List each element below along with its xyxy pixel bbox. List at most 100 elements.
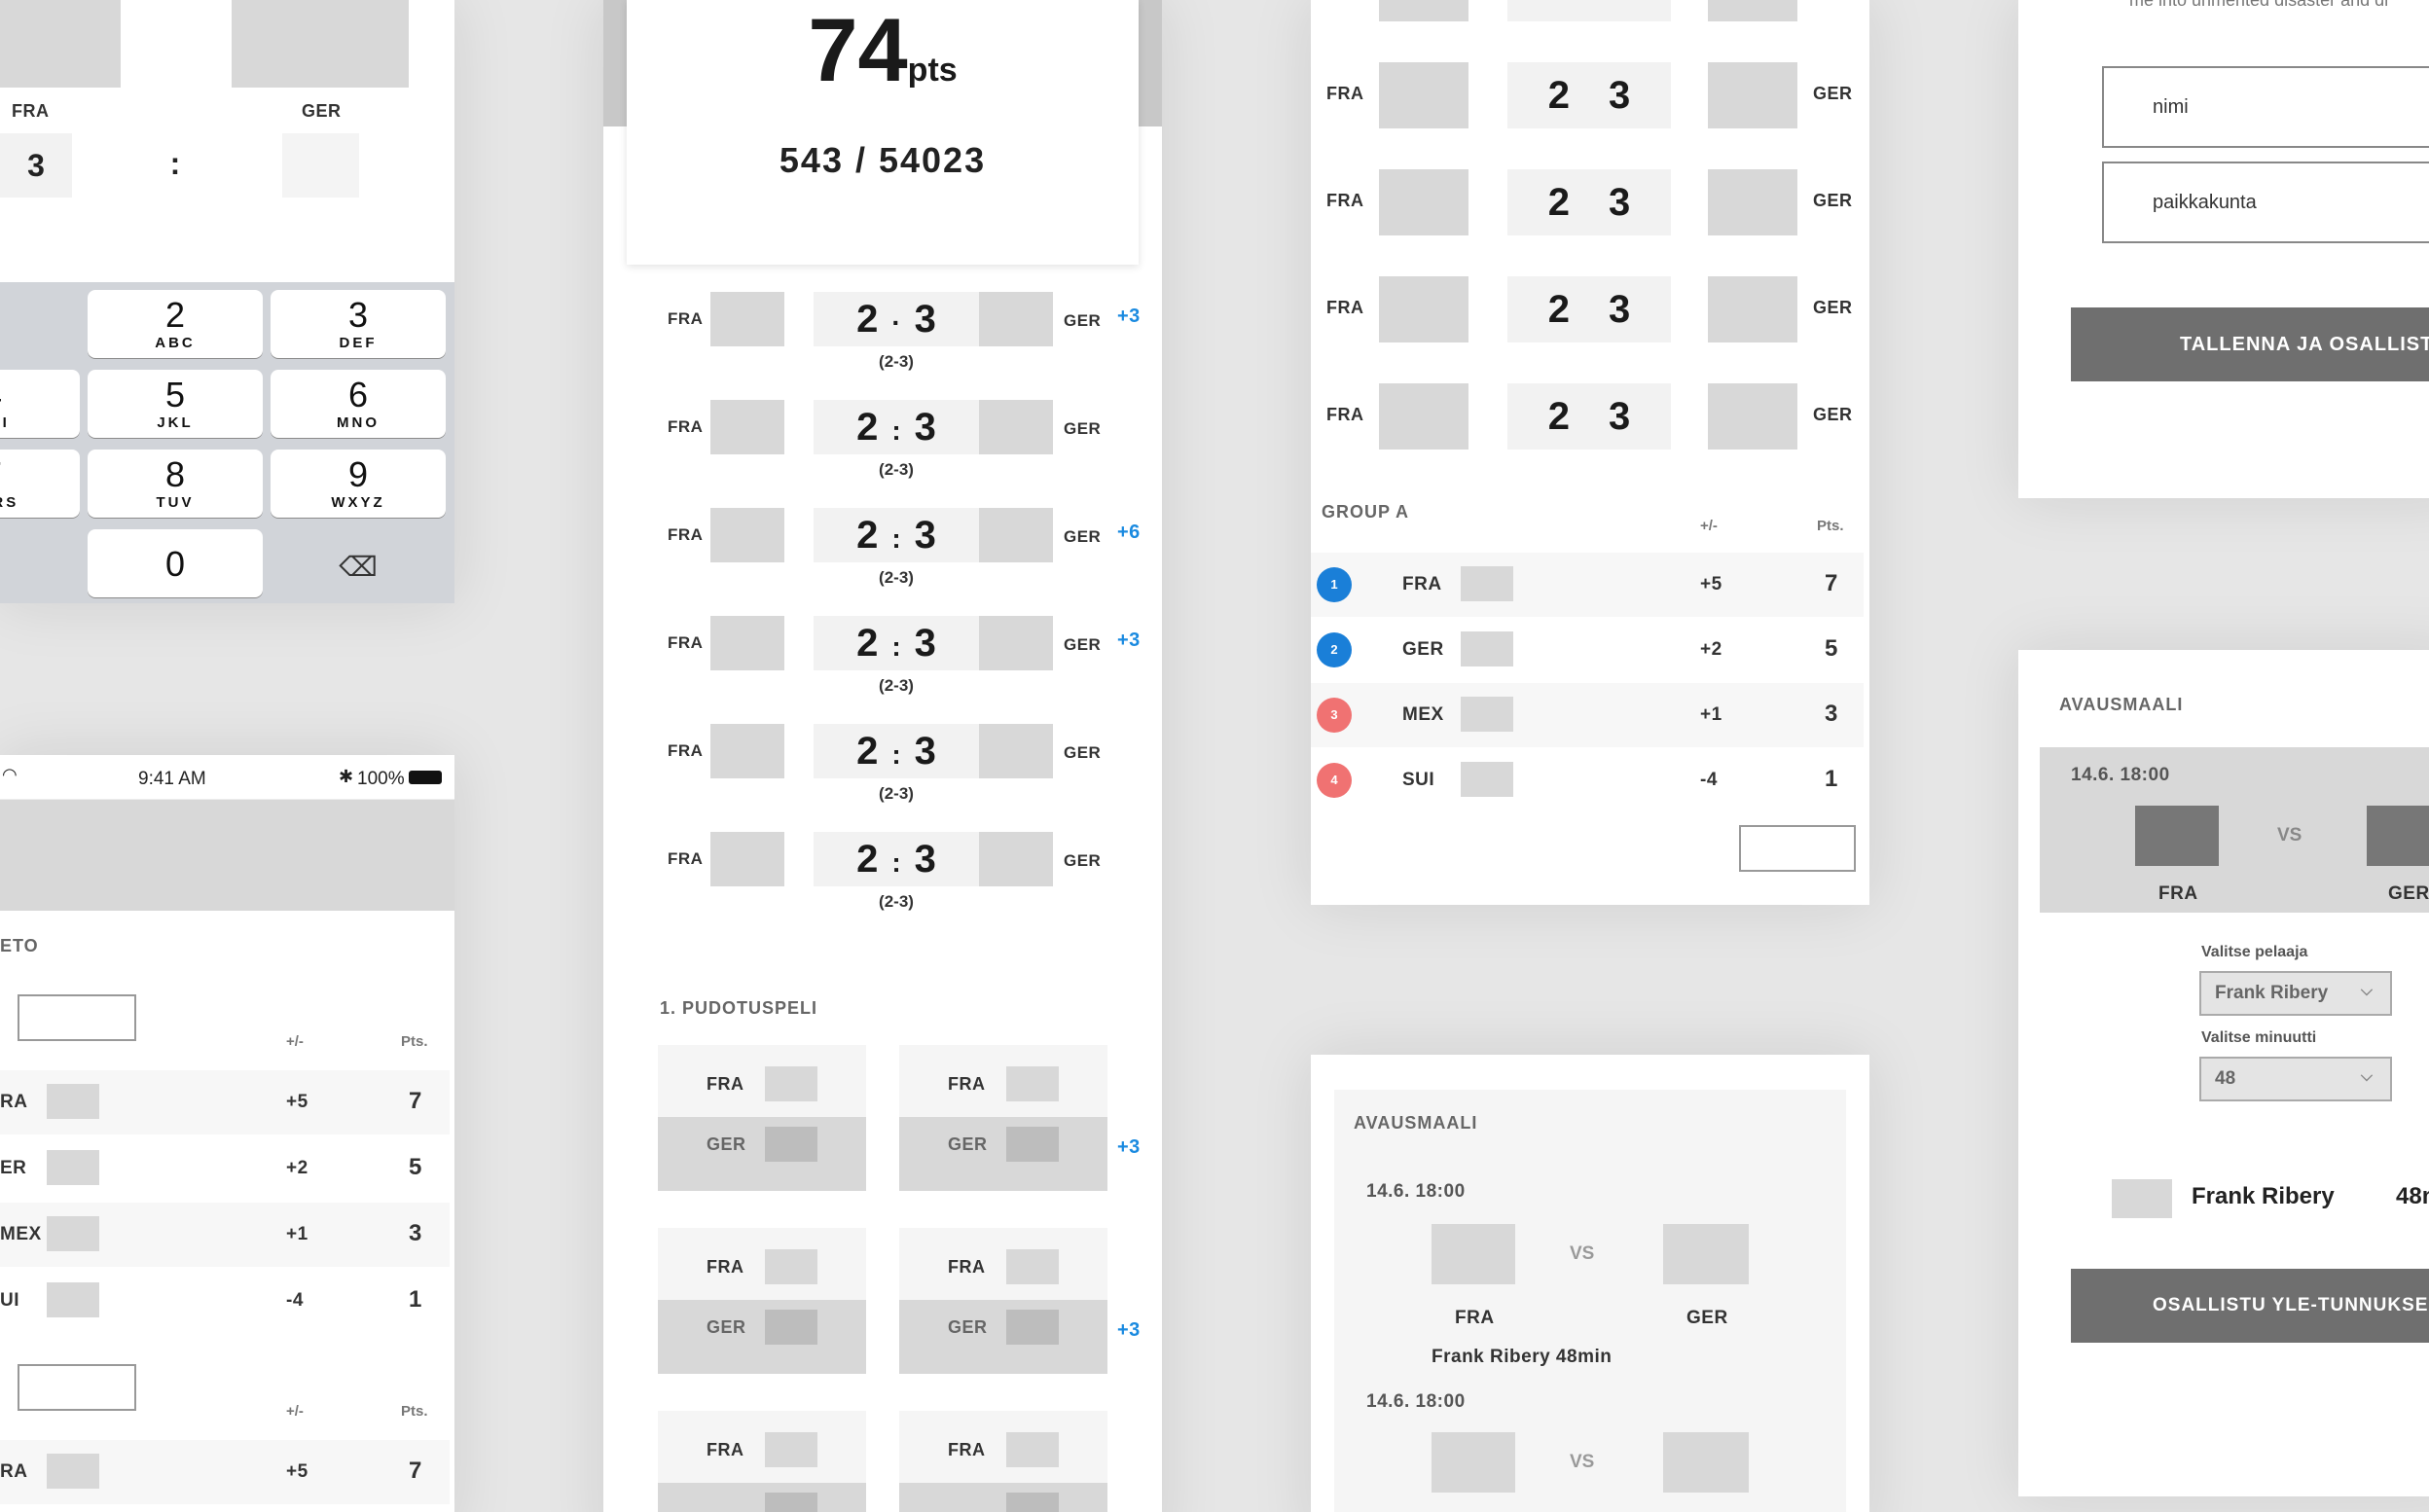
team-diff: +5 [286, 1461, 308, 1482]
team-diff: +1 [1700, 704, 1722, 725]
team-b-flag [1006, 1310, 1059, 1345]
knockout-match[interactable]: FRA GER [899, 1045, 1107, 1191]
team-b-flag [1006, 1493, 1059, 1512]
match-row[interactable]: FRA 2 3 GER [1311, 62, 1869, 128]
opening-goal-title: AVAUSMAALI [1354, 1113, 1478, 1133]
team-a-flag [1379, 0, 1468, 21]
key-letters: DEF [339, 335, 378, 351]
match-row[interactable]: FRA 2:3 (2-3) GER [603, 832, 1162, 929]
team-pts: 5 [409, 1154, 422, 1180]
team-a-flag [1432, 1224, 1515, 1284]
table-row[interactable]: 2 GER +2 5 [1311, 618, 1864, 682]
match-row[interactable]: FRA 2 3 GER [1311, 169, 1869, 235]
team-b-flag [1708, 62, 1797, 128]
team-diff: +2 [286, 1158, 308, 1178]
table-row[interactable]: RA +5 7 [0, 1440, 450, 1504]
match-panel: 14.6. 18:00 VS FRA GER [2040, 747, 2429, 913]
key-5[interactable]: 5 JKL [88, 370, 263, 438]
score-a: 2 [856, 514, 879, 557]
more-button[interactable] [1739, 825, 1856, 872]
score-sep: : [891, 415, 901, 446]
knockout-match[interactable]: FRA GER [658, 1045, 866, 1191]
key-number: 9 [347, 454, 369, 494]
table-row[interactable]: 4 SUI -4 1 [1311, 748, 1864, 812]
key-0[interactable]: 0 [88, 529, 263, 597]
knockout-match[interactable]: FRA GER [658, 1228, 866, 1374]
table-row[interactable]: UI -4 1 [0, 1269, 450, 1333]
bonus-points: +6 [1117, 522, 1141, 543]
join-with-yle-id-button[interactable]: OSALLISTU YLE-TUNNUKSELLA [2071, 1269, 2429, 1343]
key-3[interactable]: 3 DEF [271, 290, 446, 358]
city-field[interactable]: paikkakunta [2102, 162, 2429, 243]
name-field[interactable]: nimi [2102, 66, 2429, 148]
key-8[interactable]: 8 TUV [88, 450, 263, 518]
score-b: 3 [1609, 181, 1631, 224]
minute-select[interactable]: 48 ⌵ [2199, 1057, 2392, 1101]
filter-box[interactable] [18, 994, 136, 1041]
knockout-match[interactable]: FRA [658, 1411, 866, 1512]
team-flag [47, 1084, 99, 1119]
team-b-flag [1006, 1127, 1059, 1162]
match-row[interactable]: FRA 2:3 (2-3) GER [603, 400, 1162, 497]
team-b-row [899, 1483, 1107, 1512]
key-9[interactable]: 9 WXYZ [271, 450, 446, 518]
match-row[interactable]: FRA 2 · 3 (2-3) GER +3 [603, 292, 1162, 389]
match-row[interactable]: FRA 2:3 (2-3) GER +6 [603, 508, 1162, 605]
table-row[interactable]: ER +2 5 [0, 1136, 450, 1201]
team-a-flag [710, 400, 784, 454]
score-a-input[interactable]: 3 [0, 133, 72, 198]
bluetooth-icon: ✱ [339, 767, 354, 786]
table-row[interactable]: MEX +1 3 [0, 1203, 450, 1267]
selected-player: Frank Ribery [2192, 1183, 2335, 1209]
key-4[interactable]: 4GHI [0, 370, 80, 438]
team-b-flag-2 [1663, 1432, 1749, 1493]
team-b-code: GER [1813, 405, 1853, 424]
match-row-cut [1311, 0, 1869, 21]
table-row[interactable]: RA +5 7 [0, 1070, 450, 1134]
team-b-flag [979, 616, 1053, 670]
knockout-match[interactable]: FRA GER [899, 1228, 1107, 1374]
wifi-icon: ◠ [2, 765, 18, 784]
team-b-flag [979, 400, 1053, 454]
key-7[interactable]: 7PQRS [0, 450, 80, 518]
rank-text: 543 / 54023 [779, 140, 987, 180]
score-b: 3 [914, 298, 936, 341]
match-row[interactable]: FRA 2:3 (2-3) GER [603, 724, 1162, 821]
score-box: 2:3 [814, 832, 979, 886]
match-row[interactable]: FRA 2 3 GER [1311, 276, 1869, 342]
team-a-flag [710, 832, 784, 886]
team-b-code: GER [707, 1134, 746, 1154]
score-b: 3 [1609, 395, 1631, 438]
team-a-flag [1379, 276, 1468, 342]
score-box: 2:3 [814, 724, 979, 778]
bonus-points: +3 [1117, 630, 1141, 651]
team-b-code: GER [948, 1317, 988, 1337]
team-a-flag [710, 616, 784, 670]
filter-box-2[interactable] [18, 1364, 136, 1411]
table-row[interactable]: 1 FRA +5 7 [1311, 553, 1864, 617]
team-b-flag [232, 0, 409, 88]
match-row[interactable]: FRA 2 3 GER [1311, 383, 1869, 450]
team-b-flag [1708, 169, 1797, 235]
key-letters: MNO [337, 414, 380, 431]
selected-minute: 48m [2396, 1183, 2429, 1209]
knockout-match[interactable]: FRA [899, 1411, 1107, 1512]
backspace-key[interactable]: ⌫ [271, 537, 446, 597]
rank-badge: 2 [1317, 632, 1352, 667]
score-b-input[interactable] [282, 133, 359, 198]
team-a-code: FRA [707, 1257, 744, 1277]
team-b-flag [979, 724, 1053, 778]
key-letters: TUV [156, 494, 195, 511]
team-a-code: FRA [707, 1074, 744, 1094]
table-row[interactable]: 3 MEX +1 3 [1311, 683, 1864, 747]
player-select[interactable]: Frank Ribery ⌵ [2199, 971, 2392, 1016]
minute-label: Valitse minuutti [2201, 1029, 2317, 1046]
standings-title: ETO [0, 936, 39, 955]
key-6[interactable]: 6 MNO [271, 370, 446, 438]
key-2[interactable]: 2 ABC [88, 290, 263, 358]
score-box: 2:3 [814, 616, 979, 670]
team-a-code: FRA [948, 1440, 986, 1459]
match-row[interactable]: FRA 2:3 (2-3) GER +3 [603, 616, 1162, 713]
score-box: 23 [1507, 62, 1671, 128]
save-and-join-button[interactable]: TALLENNA JA OSALLISTU [2071, 307, 2429, 381]
